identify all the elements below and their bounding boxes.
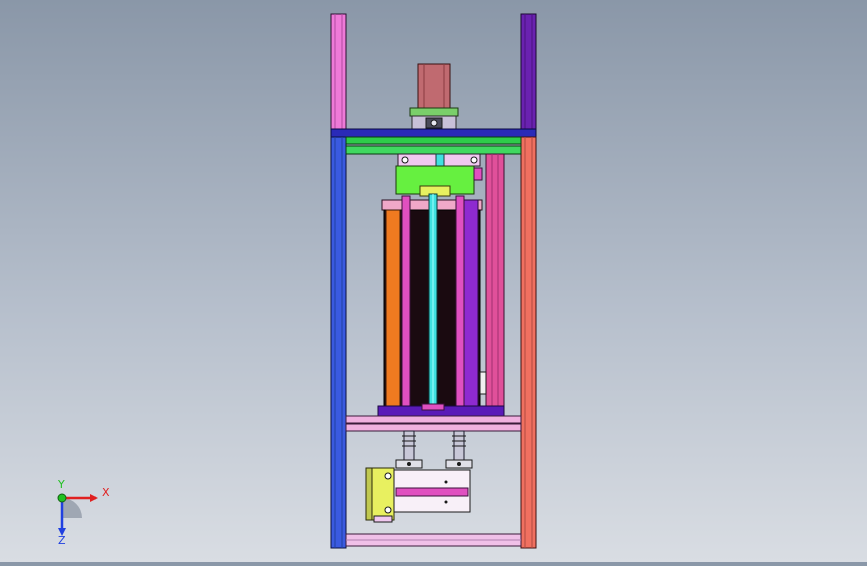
pink-rail-upper xyxy=(345,415,522,424)
purple-rod-right xyxy=(463,199,479,409)
left-main-post xyxy=(330,136,347,549)
pink-rail-lower xyxy=(345,423,522,432)
green-lower-plate xyxy=(345,145,522,155)
motor-flange xyxy=(409,107,459,117)
motor-body xyxy=(417,63,451,109)
machine-assembly-drawing xyxy=(330,13,537,549)
top-cross-beam xyxy=(330,128,537,138)
right-upper-post xyxy=(520,13,537,133)
y-axis-label: Y xyxy=(58,478,65,491)
magenta-rod-left xyxy=(401,195,411,411)
right-guide-rail xyxy=(485,153,505,411)
left-spring-stud xyxy=(395,430,423,469)
z-axis-label: Z xyxy=(58,534,66,547)
orange-side-panel xyxy=(385,209,401,409)
right-spring-stud xyxy=(445,430,473,469)
coordinate-triad: X Y Z xyxy=(40,478,120,548)
y-axis-dot xyxy=(57,493,67,503)
magenta-rod-inner xyxy=(455,195,465,411)
green-top-plate xyxy=(345,136,522,145)
right-main-post xyxy=(520,136,537,549)
left-upper-post xyxy=(330,13,347,133)
x-axis-label: X xyxy=(102,486,110,499)
gripper-magenta-strip xyxy=(395,487,469,497)
cad-viewport[interactable]: X Y Z xyxy=(0,0,867,562)
